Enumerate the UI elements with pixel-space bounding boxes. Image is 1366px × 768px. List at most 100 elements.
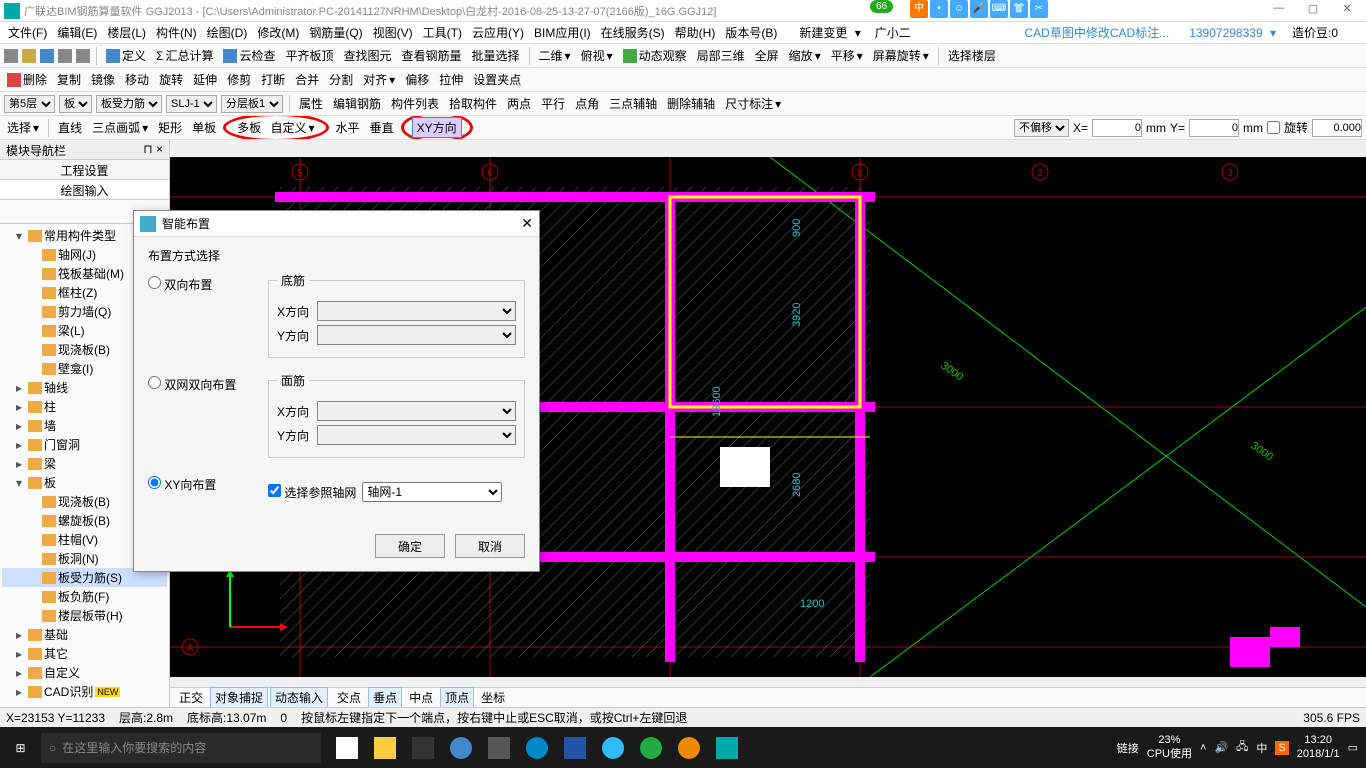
local-3d-button[interactable]: 局部三维 <box>694 46 748 65</box>
floor-select[interactable]: 第5层 <box>4 95 55 113</box>
radio-xy[interactable]: XY向布置 <box>148 478 216 492</box>
coord-toggle[interactable]: 坐标 <box>476 687 510 708</box>
cloud-check-button[interactable]: 云检查 <box>220 46 278 65</box>
menu-edit[interactable]: 编辑(E) <box>53 22 101 43</box>
sogou-tray-icon[interactable]: S <box>1275 741 1288 755</box>
x-input[interactable] <box>1092 119 1142 137</box>
menu-version[interactable]: 版本号(B) <box>721 22 781 43</box>
ime-skin-icon[interactable]: 👕 <box>1010 0 1028 18</box>
maximize-button[interactable]: ▢ <box>1298 2 1328 20</box>
menu-member[interactable]: 构件(N) <box>152 22 201 43</box>
ok-button[interactable]: 确定 <box>375 534 445 558</box>
dialog-close-button[interactable]: ✕ <box>521 215 533 232</box>
menu-draw[interactable]: 绘图(D) <box>203 22 252 43</box>
flush-button[interactable]: 平齐板顶 <box>282 46 336 65</box>
trim-button[interactable]: 修剪 <box>224 70 254 89</box>
store-icon[interactable] <box>481 727 517 768</box>
ime-tray-icon[interactable]: 中 <box>1256 740 1267 756</box>
horizontal-button[interactable]: 水平 <box>333 118 363 137</box>
orbit-button[interactable]: 动态观察 <box>620 46 690 65</box>
dialog-titlebar[interactable]: 智能布置 ✕ <box>134 211 539 237</box>
delete-button[interactable]: 删除 <box>4 70 50 89</box>
notification-badge[interactable]: 66 <box>870 0 893 13</box>
mirror-button[interactable]: 镜像 <box>88 70 118 89</box>
user-button[interactable]: 广小二 <box>867 22 919 43</box>
app1-icon[interactable] <box>405 727 441 768</box>
ie-icon[interactable] <box>595 727 631 768</box>
tree-item[interactable]: ▸自定义 <box>2 663 167 682</box>
ref-grid-checkbox[interactable]: 选择参照轴网 <box>268 484 356 501</box>
cpu-meter[interactable]: 23%CPU使用 <box>1147 734 1192 760</box>
intersection-toggle[interactable]: 交点 <box>332 687 366 708</box>
custom-button[interactable]: 自定义 ▾ <box>268 118 318 137</box>
subfloor-select[interactable]: 分层板1 <box>221 95 283 113</box>
tab-project-settings[interactable]: 工程设置 <box>0 160 169 180</box>
align-button[interactable]: 对齐 ▾ <box>360 70 398 89</box>
xy-direction-button[interactable]: XY方向 <box>412 117 462 138</box>
menu-floor[interactable]: 楼层(L) <box>103 22 150 43</box>
ggj-icon[interactable] <box>709 727 745 768</box>
cad-note-link[interactable]: CAD草图中修改CAD标注... <box>1021 22 1174 43</box>
minimize-button[interactable]: — <box>1264 2 1294 20</box>
member-list-button[interactable]: 构件列表 <box>388 94 442 113</box>
extend-button[interactable]: 延伸 <box>190 70 220 89</box>
ime-toolbar[interactable]: 中 • ☺ 🎤 ⌨ 👕 ✂ <box>910 0 1048 18</box>
offset-select[interactable]: 不偏移 <box>1014 119 1069 137</box>
menu-modify[interactable]: 修改(M) <box>253 22 303 43</box>
sum-button[interactable]: Σ 汇总计算 <box>153 46 216 65</box>
start-button[interactable]: ⊞ <box>0 727 41 768</box>
save-icon[interactable] <box>40 49 54 63</box>
new-change-button[interactable]: 新建变更 ▾ <box>783 22 864 43</box>
pan-button[interactable]: 平移 ▾ <box>828 46 866 65</box>
select-floor-button[interactable]: 选择楼层 <box>945 46 999 65</box>
new-icon[interactable] <box>4 49 18 63</box>
tree-item[interactable]: 楼层板带(H) <box>2 606 167 625</box>
dimension-button[interactable]: 尺寸标注 ▾ <box>722 94 784 113</box>
rect-button[interactable]: 矩形 <box>155 118 185 137</box>
single-slab-button[interactable]: 单板 <box>189 118 219 137</box>
view-rebar-button[interactable]: 查看钢筋量 <box>399 46 465 65</box>
radio-double-net[interactable]: 双网双向布置 <box>148 378 236 392</box>
close-button[interactable]: ✕ <box>1332 2 1362 20</box>
code-select[interactable]: SLJ-1 <box>166 95 217 113</box>
tree-item[interactable]: ▸基础 <box>2 625 167 644</box>
perpendicular-toggle[interactable]: 垂点 <box>368 687 402 708</box>
tree-item[interactable]: ▸其它 <box>2 644 167 663</box>
search-box[interactable]: ○ 在这里输入你要搜索的内容 <box>41 733 321 763</box>
arc-button[interactable]: 三点画弧 ▾ <box>89 118 151 137</box>
action-center-icon[interactable]: ▭ <box>1348 741 1358 754</box>
bottom-y-select[interactable] <box>317 325 516 345</box>
ime-mic-icon[interactable]: 🎤 <box>970 0 988 18</box>
menu-tools[interactable]: 工具(T) <box>419 22 466 43</box>
grid-select[interactable]: 轴网-1 <box>362 482 502 502</box>
open-icon[interactable] <box>22 49 36 63</box>
link-label[interactable]: 链接 <box>1117 740 1139 756</box>
y-input[interactable] <box>1189 119 1239 137</box>
break-button[interactable]: 打断 <box>258 70 288 89</box>
ime-tool-icon[interactable]: ✂ <box>1030 0 1048 18</box>
fullscreen-button[interactable]: 全屏 <box>752 46 782 65</box>
undo-icon[interactable] <box>58 49 72 63</box>
grip-button[interactable]: 设置夹点 <box>470 70 524 89</box>
define-button[interactable]: 定义 <box>103 46 149 65</box>
radio-bidir[interactable]: 双向布置 <box>148 278 212 292</box>
menu-bim[interactable]: BIM应用(I) <box>530 22 595 43</box>
menu-cloud[interactable]: 云应用(Y) <box>468 22 528 43</box>
type-select[interactable]: 板受力筋 <box>96 95 162 113</box>
task-view-icon[interactable] <box>329 727 365 768</box>
ime-kbd-icon[interactable]: ⌨ <box>990 0 1008 18</box>
word-icon[interactable] <box>557 727 593 768</box>
three-point-axis-button[interactable]: 三点辅轴 <box>606 94 660 113</box>
top-view-button[interactable]: 俯视 ▾ <box>578 46 616 65</box>
vertical-button[interactable]: 垂直 <box>367 118 397 137</box>
zoom-button[interactable]: 缩放 ▾ <box>786 46 824 65</box>
menu-online[interactable]: 在线服务(S) <box>597 22 669 43</box>
merge-button[interactable]: 合并 <box>292 70 322 89</box>
menu-help[interactable]: 帮助(H) <box>671 22 720 43</box>
app2-icon[interactable] <box>633 727 669 768</box>
app3-icon[interactable] <box>671 727 707 768</box>
delete-axis-button[interactable]: 删除辅轴 <box>664 94 718 113</box>
tree-item[interactable]: ▸CAD识别 NEW <box>2 682 167 701</box>
tray-up-icon[interactable]: ˄ <box>1200 742 1206 754</box>
angle-input[interactable] <box>1312 119 1362 137</box>
